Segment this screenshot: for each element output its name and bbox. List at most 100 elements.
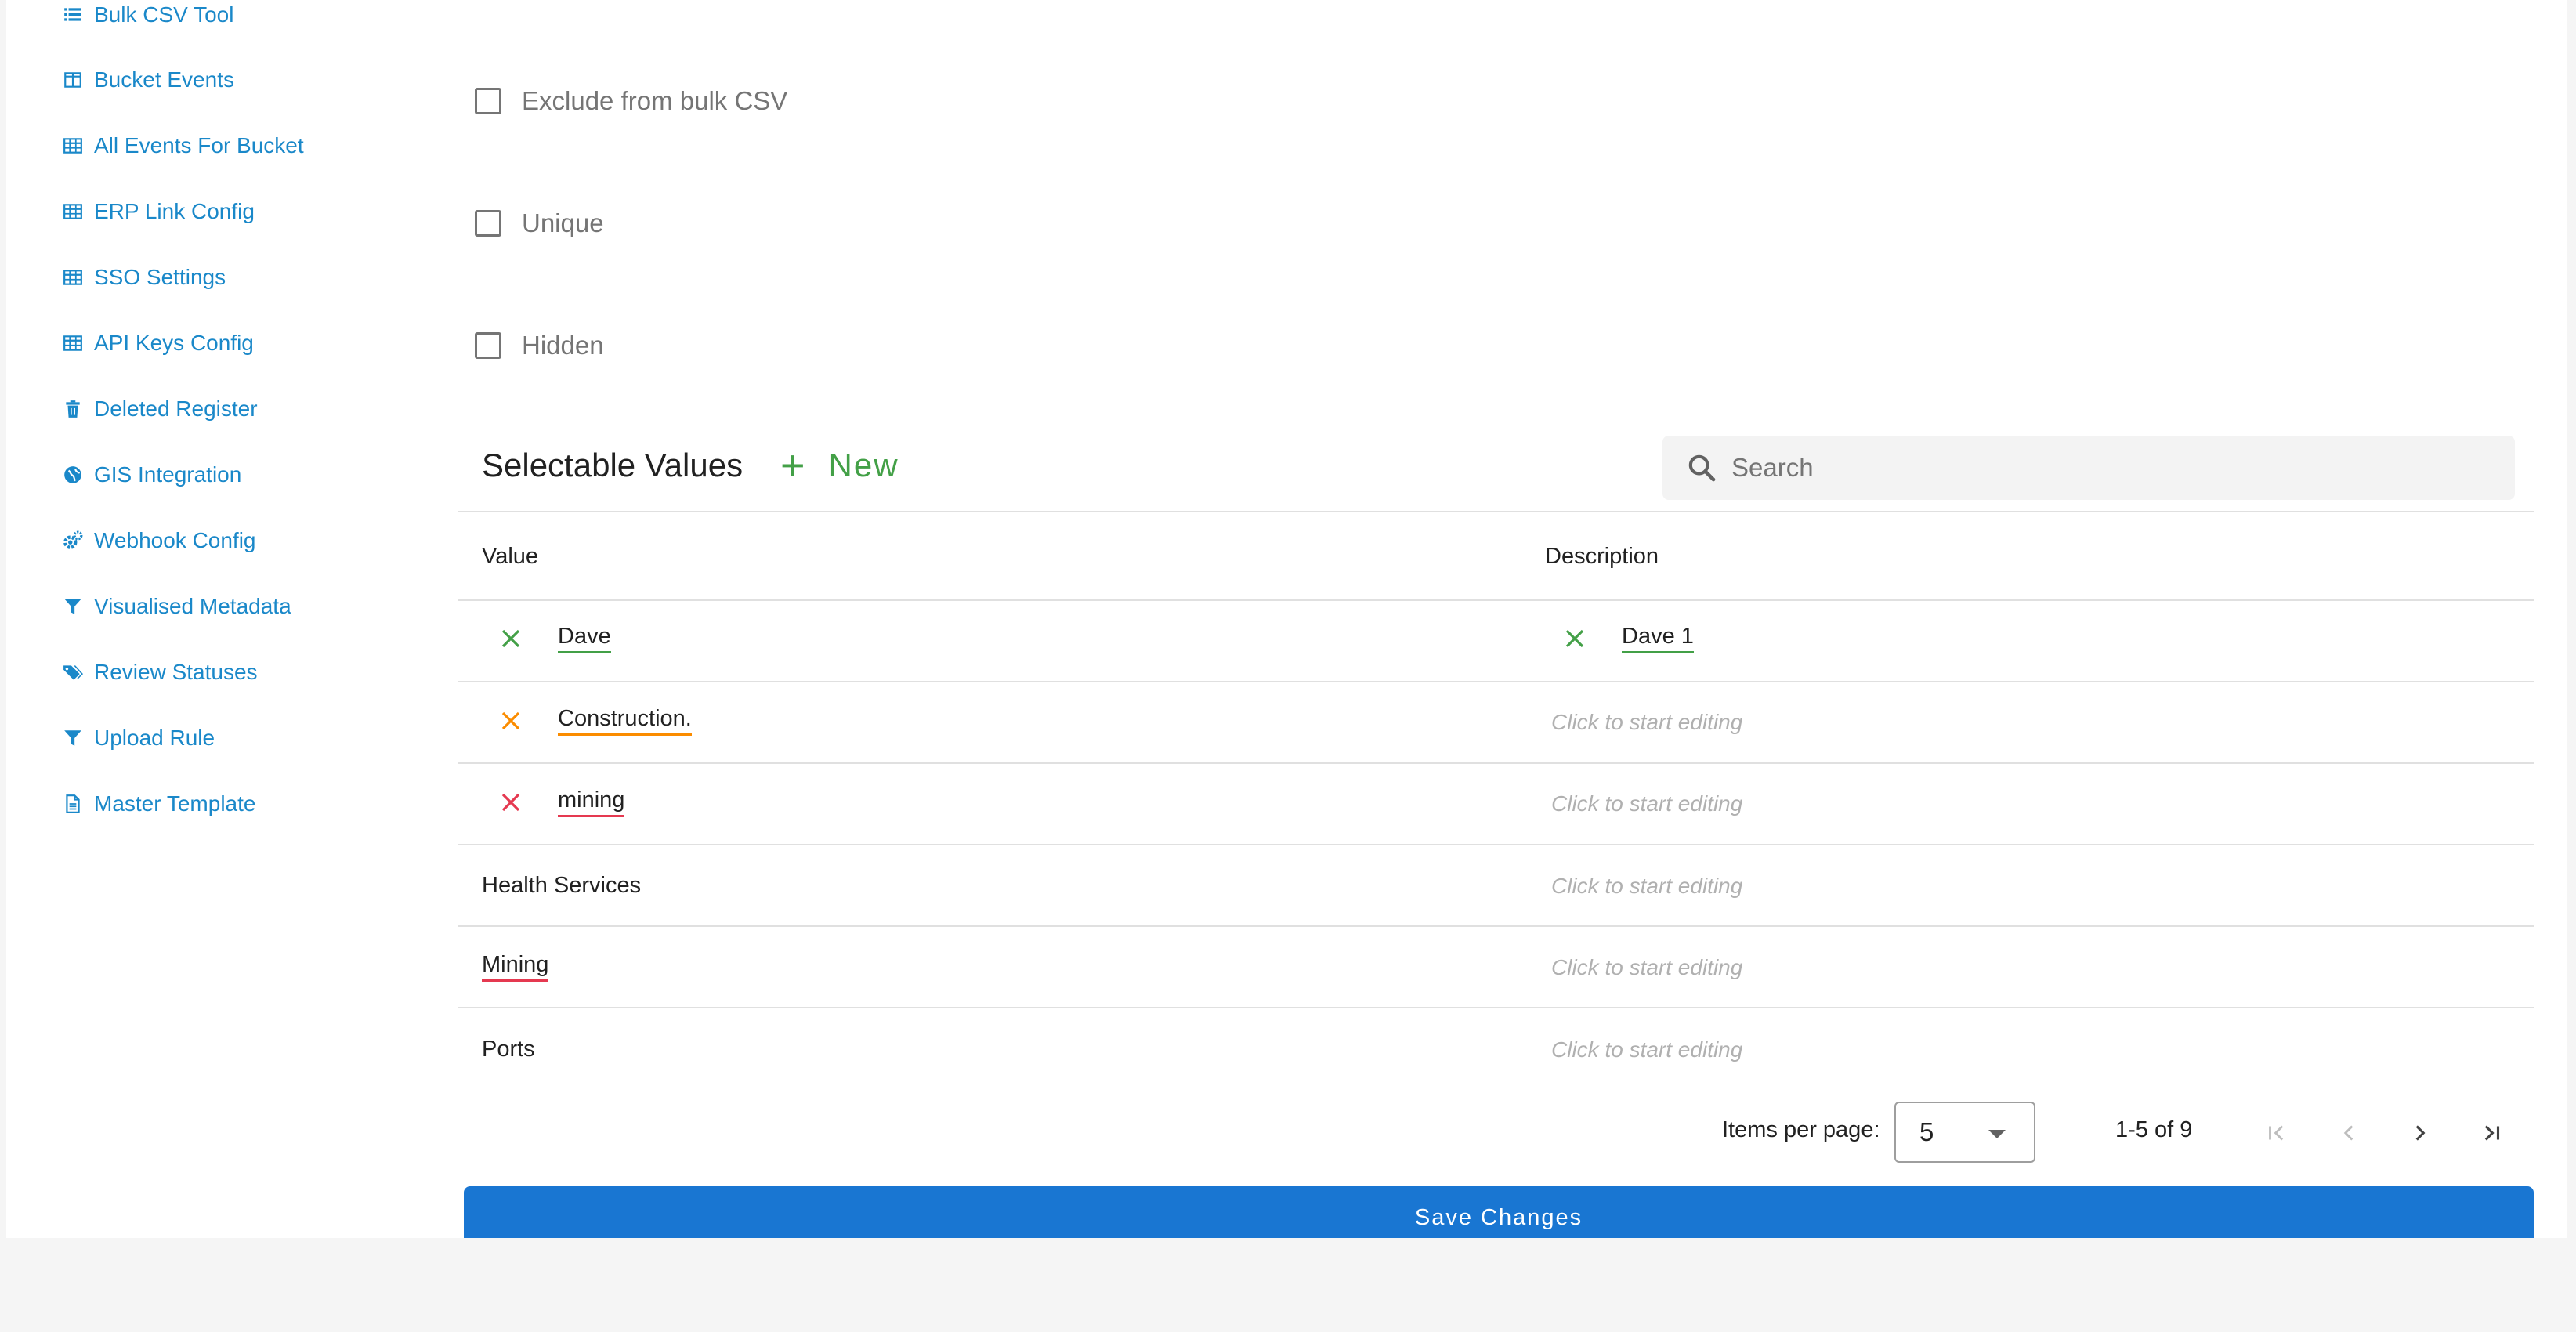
new-value-button[interactable]: + New — [780, 443, 899, 487]
unique-option[interactable]: Unique — [475, 204, 604, 243]
table-divider — [458, 925, 2534, 927]
document-icon — [61, 792, 85, 816]
exclude-bulk-csv-label: Exclude from bulk CSV — [522, 86, 788, 115]
sidebar-item-label: All Events For Bucket — [94, 133, 304, 157]
sidebar-item-master-template[interactable]: Master Template — [61, 784, 255, 823]
exclude-bulk-csv-option[interactable]: Exclude from bulk CSV — [475, 81, 787, 121]
value-text: Dave — [558, 624, 611, 653]
clear-icon[interactable] — [495, 787, 526, 818]
description-placeholder[interactable]: Click to start editing — [1551, 784, 1742, 823]
trash-icon — [61, 397, 85, 421]
sidebar-item-label: Master Template — [94, 791, 256, 816]
table-row-value-cell[interactable]: Dave — [495, 619, 611, 658]
sidebar-item-upload-rule[interactable]: Upload Rule — [61, 718, 215, 758]
sidebar-item-gis-integration[interactable]: GIS Integration — [61, 455, 241, 494]
table-icon — [61, 200, 85, 223]
globe-icon — [61, 463, 85, 487]
columns-icon — [61, 68, 85, 92]
filter-icon — [61, 726, 85, 750]
save-changes-button[interactable]: Save Changes — [464, 1186, 2534, 1238]
sidebar-item-label: Bulk CSV Tool — [94, 2, 234, 27]
chevron-down-icon — [1988, 1130, 2006, 1138]
table-row-description-cell[interactable]: Dave 1 — [1559, 619, 1694, 658]
sidebar-item-label: Visualised Metadata — [94, 594, 291, 618]
items-per-page-value: 5 — [1919, 1117, 1934, 1146]
sidebar-item-api-keys-config[interactable]: API Keys Config — [61, 324, 254, 363]
first-page-icon — [2269, 1125, 2284, 1141]
items-per-page-select[interactable]: 5 — [1894, 1102, 2035, 1163]
sidebar-item-visualised-metadata[interactable]: Visualised Metadata — [61, 587, 291, 626]
description-placeholder[interactable]: Click to start editing — [1551, 867, 1742, 906]
value-text: Construction. — [558, 706, 692, 736]
description-placeholder[interactable]: Click to start editing — [1551, 1030, 1742, 1070]
sidebar: Bulk CSV Tool Bucket Events All Events F… — [6, 0, 414, 1238]
sidebar-item-deleted-register[interactable]: Deleted Register — [61, 389, 258, 429]
sidebar-item-erp-link-config[interactable]: ERP Link Config — [61, 192, 255, 231]
table-icon — [61, 266, 85, 289]
last-page-icon — [2484, 1125, 2500, 1141]
first-page-button[interactable] — [2255, 1111, 2299, 1155]
table-row-value-cell[interactable]: Construction. — [495, 701, 692, 740]
sidebar-item-label: API Keys Config — [94, 331, 254, 355]
page-range-label: 1-5 of 9 — [2115, 1117, 2193, 1142]
description-placeholder[interactable]: Click to start editing — [1551, 703, 1742, 742]
plus-icon: + — [780, 442, 807, 489]
sidebar-item-label: Deleted Register — [94, 396, 258, 421]
sidebar-item-label: Webhook Config — [94, 528, 256, 552]
clear-icon[interactable] — [495, 623, 526, 654]
filter-icon — [61, 595, 85, 618]
table-row-value-cell[interactable]: Health Services — [482, 866, 641, 905]
list-icon — [61, 3, 85, 27]
table-divider — [458, 762, 2534, 764]
column-header-description: Description — [1545, 544, 1659, 569]
value-text: Mining — [482, 952, 549, 982]
search-input[interactable] — [1731, 453, 2437, 483]
sidebar-item-label: Upload Rule — [94, 726, 215, 750]
items-per-page-label: Items per page: — [1722, 1117, 1880, 1142]
main-panel: Bulk CSV Tool Bucket Events All Events F… — [6, 0, 2567, 1238]
previous-page-button[interactable] — [2327, 1111, 2371, 1155]
table-icon — [61, 331, 85, 355]
table-divider — [458, 511, 2534, 512]
cogs-icon — [61, 529, 85, 552]
tags-icon — [61, 661, 85, 684]
table-divider — [458, 681, 2534, 682]
section-title: Selectable Values — [482, 447, 743, 483]
table-row-value-cell[interactable]: mining — [495, 783, 625, 822]
table-divider — [458, 844, 2534, 845]
sidebar-item-webhook-config[interactable]: Webhook Config — [61, 521, 256, 560]
sidebar-item-label: SSO Settings — [94, 265, 226, 289]
sidebar-item-all-events-for-bucket[interactable]: All Events For Bucket — [61, 126, 304, 165]
sidebar-item-bucket-events[interactable]: Bucket Events — [61, 60, 234, 100]
clear-icon[interactable] — [1559, 623, 1590, 654]
unique-checkbox[interactable] — [475, 210, 501, 237]
sidebar-item-sso-settings[interactable]: SSO Settings — [61, 258, 226, 297]
table-row-value-cell[interactable]: Mining — [482, 947, 549, 986]
sidebar-item-label: GIS Integration — [94, 462, 242, 487]
clear-icon[interactable] — [495, 705, 526, 737]
exclude-bulk-csv-checkbox[interactable] — [475, 88, 501, 114]
description-placeholder[interactable]: Click to start editing — [1551, 948, 1742, 987]
sidebar-item-label: Review Statuses — [94, 660, 258, 684]
column-header-value: Value — [482, 544, 539, 569]
next-page-button[interactable] — [2398, 1111, 2442, 1155]
table-row-value-cell[interactable]: Ports — [482, 1030, 535, 1069]
table-divider — [458, 599, 2534, 601]
sidebar-item-label: Bucket Events — [94, 67, 234, 92]
sidebar-item-bulk-csv-tool[interactable]: Bulk CSV Tool — [61, 0, 233, 34]
hidden-label: Hidden — [522, 331, 604, 360]
sidebar-item-label: ERP Link Config — [94, 199, 255, 223]
table-icon — [61, 134, 85, 157]
hidden-option[interactable]: Hidden — [475, 326, 604, 365]
unique-label: Unique — [522, 208, 604, 237]
table-divider — [458, 1007, 2534, 1008]
search-field[interactable] — [1662, 436, 2515, 500]
last-page-button[interactable] — [2469, 1111, 2513, 1155]
chevron-left-icon — [2343, 1125, 2353, 1141]
value-text: mining — [558, 787, 625, 817]
description-text: Dave 1 — [1622, 624, 1694, 653]
chevron-right-icon — [2415, 1125, 2426, 1141]
new-value-label: New — [828, 447, 899, 483]
sidebar-item-review-statuses[interactable]: Review Statuses — [61, 653, 258, 692]
hidden-checkbox[interactable] — [475, 332, 501, 359]
